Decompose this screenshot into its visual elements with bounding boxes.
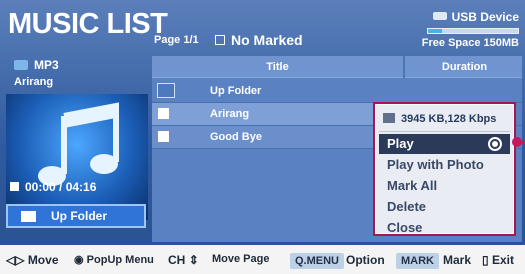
up-folder-label: Up Folder: [51, 209, 107, 223]
help-popup-menu-label: PopUp Menu: [86, 254, 154, 266]
popup-menu: 3945 KB,128 Kbps Play Play with Photo Ma…: [373, 102, 516, 236]
list-item-label: Arirang: [210, 108, 250, 120]
help-exit: ▯ Exit: [482, 253, 514, 267]
page-info: Page 1/1: [154, 34, 199, 46]
media-type: MP3: [14, 58, 59, 72]
help-ch-label: CH: [168, 253, 186, 267]
checkbox-icon[interactable]: [158, 108, 169, 119]
help-qmenu: Q.MENU: [290, 253, 344, 269]
qmenu-key-badge: Q.MENU: [290, 253, 344, 269]
menu-item-close[interactable]: Close: [379, 218, 510, 238]
up-folder-button[interactable]: Up Folder: [6, 204, 146, 228]
help-option-label: Option: [346, 253, 385, 267]
help-move-page-label: Move Page: [212, 253, 270, 265]
ok-button-icon: ◉: [74, 254, 84, 266]
music-list-screen: MUSIC LIST Page 1/1 No Marked USB Device…: [0, 0, 525, 274]
list-item-label: Good Bye: [210, 131, 262, 143]
menu-item-mark-all[interactable]: Mark All: [379, 176, 510, 196]
list-item-good-bye[interactable]: Good Bye: [152, 126, 405, 148]
marked-label: No Marked: [231, 32, 303, 48]
menu-item-label: Play: [387, 136, 414, 151]
usb-icon: [432, 12, 447, 20]
list-item-arirang[interactable]: Arirang: [152, 103, 405, 125]
up-folder-icon: [157, 83, 175, 98]
list-header: Title Duration: [152, 56, 522, 78]
help-bar: ◁▷ Move ◉ PopUp Menu CH ⇕ Move Page Q.ME…: [0, 245, 525, 274]
page-title: MUSIC LIST: [8, 8, 168, 40]
playback-time-label: 00:00 / 04:16: [25, 180, 97, 194]
divider: [379, 131, 510, 132]
help-mark-key: MARK: [396, 253, 439, 269]
help-exit-label: Exit: [491, 253, 514, 267]
help-move-label: Move: [27, 253, 59, 267]
music-thumbnail: [6, 94, 148, 220]
list-item-up-folder[interactable]: Up Folder: [152, 80, 405, 102]
storage-usage-fill: [428, 29, 442, 33]
music-file-icon: [14, 60, 28, 70]
storage-usage-bar: [427, 28, 519, 34]
menu-item-label: Delete: [387, 199, 427, 214]
help-option: Option: [346, 253, 385, 267]
arrows-icon: ◁▷: [6, 253, 25, 267]
stop-icon: [10, 182, 19, 191]
help-mark-label: Mark: [443, 253, 472, 267]
list-item-label: Up Folder: [210, 85, 262, 97]
checkbox-icon: [215, 35, 225, 45]
main-panel: MUSIC LIST Page 1/1 No Marked USB Device…: [0, 0, 525, 245]
menu-item-label: Mark All: [387, 178, 438, 193]
usb-device-info: USB Device Free Space 150MB: [422, 10, 519, 49]
help-popup-menu: ◉ PopUp Menu: [74, 253, 154, 266]
current-song: Arirang: [14, 76, 54, 88]
up-folder-icon: [20, 209, 37, 223]
file-info-label: 3945 KB,128 Kbps: [401, 113, 497, 125]
help-ch: CH ⇕: [168, 253, 199, 267]
help-mark: Mark: [443, 253, 471, 267]
menu-item-play[interactable]: Play: [379, 134, 510, 154]
media-type-label: MP3: [34, 58, 59, 72]
menu-item-delete[interactable]: Delete: [379, 197, 510, 217]
free-space: Free Space 150MB: [421, 37, 519, 49]
usb-device-label: USB Device: [451, 10, 519, 24]
menu-item-label: Play with Photo: [387, 157, 484, 172]
music-note-icon: [38, 102, 119, 186]
selected-radio-icon: [488, 137, 502, 151]
info-icon: [383, 113, 395, 123]
checkbox-icon[interactable]: [158, 131, 169, 142]
file-info: 3945 KB,128 Kbps: [379, 109, 510, 129]
exit-key-icon: ▯: [482, 253, 489, 267]
playback-time: 00:00 / 04:16: [10, 180, 96, 194]
menu-item-play-with-photo[interactable]: Play with Photo: [379, 155, 510, 175]
marked-status: No Marked: [215, 32, 303, 48]
help-move: ◁▷ Move: [6, 253, 59, 267]
column-duration: Duration: [441, 61, 488, 73]
highlight-pointer-line: [518, 141, 525, 143]
mark-key-badge: MARK: [396, 253, 439, 269]
menu-item-label: Close: [387, 220, 423, 235]
help-move-page: Move Page: [212, 253, 269, 265]
column-title: Title: [152, 56, 405, 78]
channel-updown-icon: ⇕: [188, 253, 199, 267]
